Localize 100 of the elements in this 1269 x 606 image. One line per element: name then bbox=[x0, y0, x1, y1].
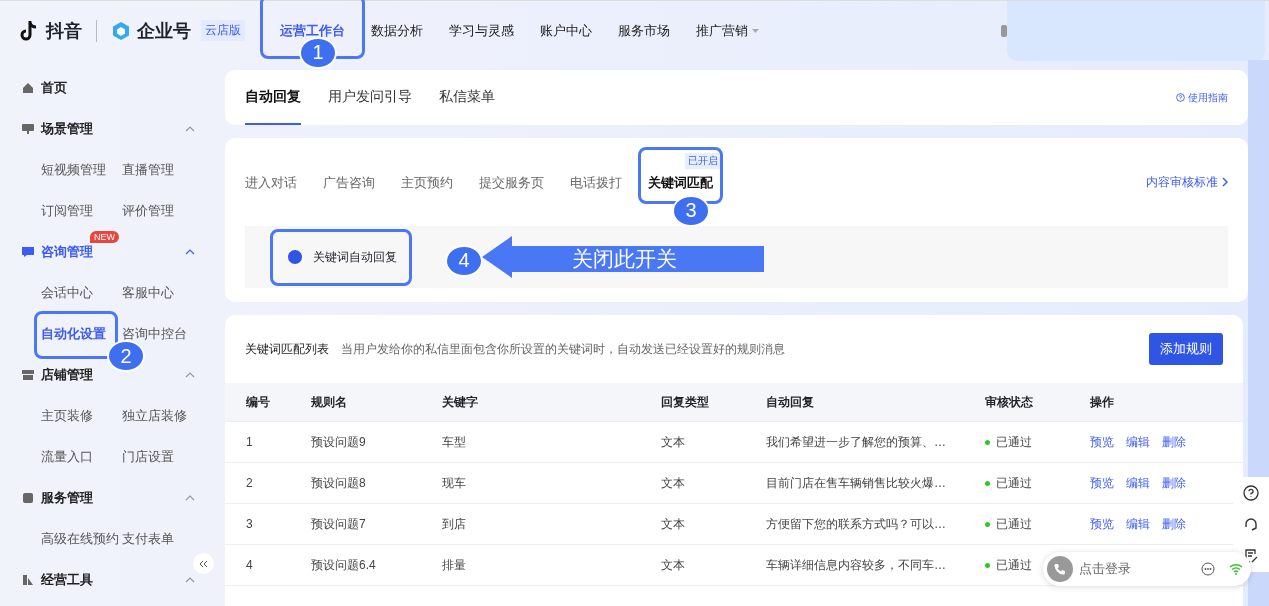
sidebar-section[interactable]: 场景管理 bbox=[41, 119, 185, 138]
tab[interactable]: 自动回复 bbox=[245, 71, 301, 125]
action-link[interactable]: 删除 bbox=[1162, 474, 1186, 492]
table-cell-text: 3 bbox=[246, 517, 254, 531]
column-header: 审核状态 bbox=[985, 393, 1034, 411]
chevron-icon[interactable] bbox=[185, 248, 195, 255]
status-text: 已通过 bbox=[985, 515, 1090, 533]
column-header: 编号 bbox=[246, 393, 271, 411]
table-cell-text: 排量 bbox=[442, 556, 467, 574]
table-cell-text: 预设问题6.4 bbox=[311, 556, 377, 574]
action-link[interactable]: 编辑 bbox=[1126, 433, 1150, 451]
tab[interactable]: 主页预约 bbox=[401, 175, 453, 190]
nav-item[interactable]: 推广营销 bbox=[683, 21, 772, 40]
step-number-badge: 2 bbox=[107, 340, 145, 372]
status-text: 已通过 bbox=[985, 433, 1090, 451]
sidebar-section[interactable]: 咨询管理 bbox=[41, 242, 185, 261]
column-header: 回复类型 bbox=[661, 393, 710, 411]
table-cell-text: 到店 bbox=[442, 515, 467, 533]
column-header: 规则名 bbox=[311, 393, 348, 411]
table-cell-text: 现车 bbox=[442, 474, 467, 492]
guide-link[interactable]: 使用指南 bbox=[1176, 90, 1228, 105]
chart-icon bbox=[21, 572, 35, 587]
tab[interactable]: 用户发问引导 bbox=[328, 71, 412, 125]
sidebar-item[interactable]: 订阅管理 bbox=[41, 201, 93, 220]
logo-text: 抖音 bbox=[46, 19, 82, 43]
table-cell-text: 我们希望进一步了解您的预算、… bbox=[766, 433, 947, 451]
new-badge: NEW bbox=[90, 231, 119, 243]
sidebar-item[interactable]: 门店设置 bbox=[122, 447, 174, 466]
table-cell-text: 目前门店在售车辆销售比较火爆… bbox=[766, 474, 947, 492]
tab[interactable]: 电话拨打 bbox=[570, 175, 622, 190]
sidebar-section[interactable]: 经营工具 bbox=[41, 570, 185, 589]
status-badge: 已开启 bbox=[685, 152, 721, 169]
table-cell-text: 车辆详细信息内容较多，不同车… bbox=[766, 556, 947, 574]
edition-tag: 云店版 bbox=[201, 20, 245, 41]
table-cell-text: 1 bbox=[246, 435, 254, 449]
home-icon bbox=[21, 80, 35, 95]
step-number-badge: 3 bbox=[672, 194, 710, 227]
table-cell-text: 文本 bbox=[661, 433, 686, 451]
chevron-icon[interactable] bbox=[185, 125, 195, 132]
headset-icon[interactable] bbox=[1243, 516, 1259, 533]
sidebar-item[interactable]: 评价管理 bbox=[122, 201, 174, 220]
cube-logo-icon bbox=[111, 20, 131, 41]
tab[interactable]: 进入对话 bbox=[245, 175, 297, 190]
table-title: 关键词匹配列表 bbox=[245, 340, 329, 358]
tab[interactable]: 提交服务页 bbox=[479, 175, 544, 190]
more-icon[interactable] bbox=[1201, 562, 1215, 576]
sidebar-item[interactable]: 会话中心 bbox=[41, 283, 93, 302]
nav-item[interactable]: 学习与灵感 bbox=[436, 21, 527, 40]
action-link[interactable]: 预览 bbox=[1090, 474, 1114, 492]
add-rule-button[interactable]: 添加规则 bbox=[1149, 333, 1223, 365]
sidebar-item[interactable]: 主页装修 bbox=[41, 406, 93, 425]
small-icon bbox=[1001, 24, 1007, 37]
action-link[interactable]: 预览 bbox=[1090, 515, 1114, 533]
action-link[interactable]: 删除 bbox=[1162, 515, 1186, 533]
action-link[interactable]: 预览 bbox=[1090, 433, 1114, 451]
login-widget[interactable]: 点击登录 bbox=[1043, 552, 1251, 586]
table-cell-text: 2 bbox=[246, 476, 254, 490]
collapse-button[interactable] bbox=[193, 553, 214, 574]
review-link[interactable]: 内容审核标准 bbox=[1146, 173, 1228, 191]
nav-item[interactable]: 数据分析 bbox=[358, 21, 436, 40]
table-cell-text: 预设问题9 bbox=[311, 433, 367, 451]
help-icon[interactable] bbox=[1243, 484, 1259, 501]
chat-icon bbox=[21, 244, 35, 259]
table-cell-text: 4 bbox=[246, 558, 254, 572]
store-icon bbox=[21, 367, 35, 382]
sidebar-item[interactable]: 直播管理 bbox=[122, 160, 174, 179]
tab[interactable]: 关键词匹配 bbox=[648, 175, 713, 190]
chevron-icon[interactable] bbox=[185, 576, 195, 583]
chevron-right-icon bbox=[1222, 177, 1228, 187]
sidebar-item[interactable]: 流量入口 bbox=[41, 447, 93, 466]
table-cell-text: 方便留下您的联系方式吗？可以… bbox=[766, 515, 947, 533]
sidebar-item[interactable]: 客服中心 bbox=[122, 283, 174, 302]
sidebar-section[interactable]: 首页 bbox=[41, 78, 195, 97]
sidebar-section[interactable]: 服务管理 bbox=[41, 488, 185, 507]
brand-text: 企业号 bbox=[137, 19, 191, 43]
double-chevron-icon bbox=[199, 559, 208, 568]
action-link[interactable]: 编辑 bbox=[1126, 474, 1150, 492]
sidebar-item[interactable]: 自动化设置 bbox=[41, 324, 106, 343]
monitor-icon bbox=[21, 121, 35, 136]
sidebar-item[interactable]: 咨询中控台 bbox=[122, 324, 187, 343]
action-link[interactable]: 删除 bbox=[1162, 433, 1186, 451]
chevron-icon[interactable] bbox=[185, 494, 195, 501]
toggle-label: 关键词自动回复 bbox=[313, 248, 397, 266]
tab[interactable]: 私信菜单 bbox=[439, 71, 495, 125]
table-cell-text: 预设问题8 bbox=[311, 474, 367, 492]
action-link[interactable]: 编辑 bbox=[1126, 515, 1150, 533]
sidebar-item[interactable]: 短视频管理 bbox=[41, 160, 106, 179]
sidebar-item[interactable]: 支付表单 bbox=[122, 529, 174, 548]
nav-item[interactable]: 账户中心 bbox=[527, 21, 605, 40]
step-number-badge: 4 bbox=[445, 244, 483, 277]
sidebar-item[interactable]: 高级在线预约 bbox=[41, 529, 119, 548]
chevron-icon[interactable] bbox=[185, 371, 195, 378]
sidebar-item[interactable]: 独立店装修 bbox=[122, 406, 187, 425]
annotation-text: 关闭此开关 bbox=[572, 246, 677, 272]
tab[interactable]: 广告咨询 bbox=[323, 175, 375, 190]
table-cell-text: 预设问题7 bbox=[311, 515, 367, 533]
column-header: 关键字 bbox=[442, 393, 479, 411]
login-text: 点击登录 bbox=[1079, 560, 1132, 578]
column-header: 自动回复 bbox=[766, 393, 815, 411]
nav-item[interactable]: 服务市场 bbox=[605, 21, 683, 40]
